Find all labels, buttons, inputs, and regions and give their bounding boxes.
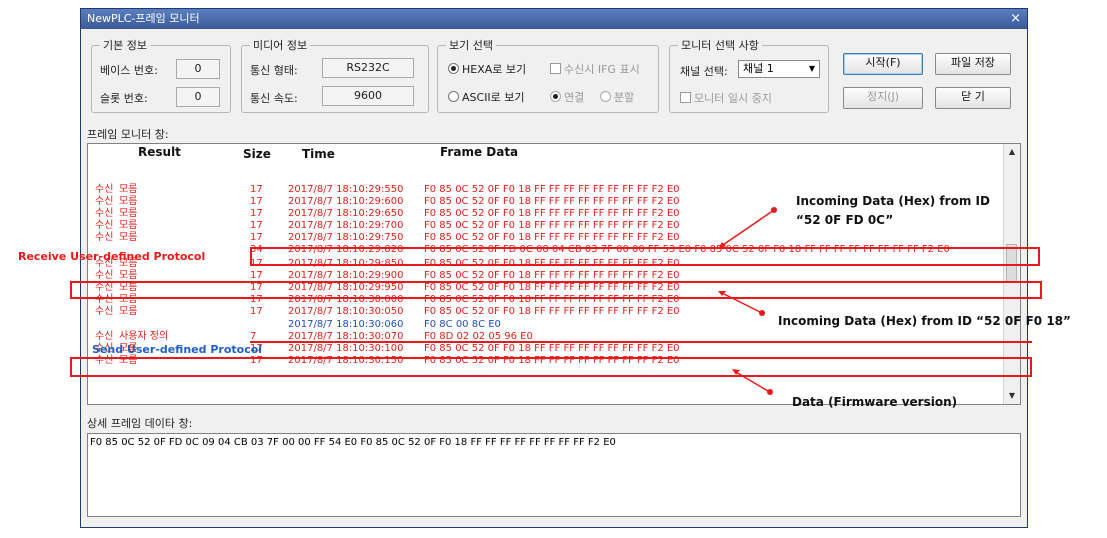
send-highlight-top bbox=[250, 341, 1032, 343]
arrow-dot-incoming2 bbox=[759, 310, 765, 316]
incoming1-annotation-line2: “52 0F FD 0C” bbox=[796, 213, 894, 227]
incoming1-annotation-line1: Incoming Data (Hex) from ID bbox=[796, 194, 990, 208]
arrow-dot-incoming1 bbox=[771, 207, 777, 213]
arrow-line-incoming1 bbox=[719, 209, 775, 248]
firmware-annotation: Data (Firmware version) bbox=[792, 395, 958, 409]
incoming2-annotation: Incoming Data (Hex) from ID “52 0F F0 18… bbox=[778, 314, 1071, 328]
receive-highlight-box bbox=[250, 247, 1040, 266]
incoming-highlight-box bbox=[70, 281, 1042, 299]
arrow-dot-firmware bbox=[767, 389, 773, 395]
annotation-arrows bbox=[718, 207, 777, 395]
firmware-highlight-box bbox=[70, 357, 1032, 377]
receive-annotation: Receive User-defined Protocol bbox=[18, 250, 206, 263]
send-annotation: Send User-defined Protocol bbox=[92, 343, 263, 356]
